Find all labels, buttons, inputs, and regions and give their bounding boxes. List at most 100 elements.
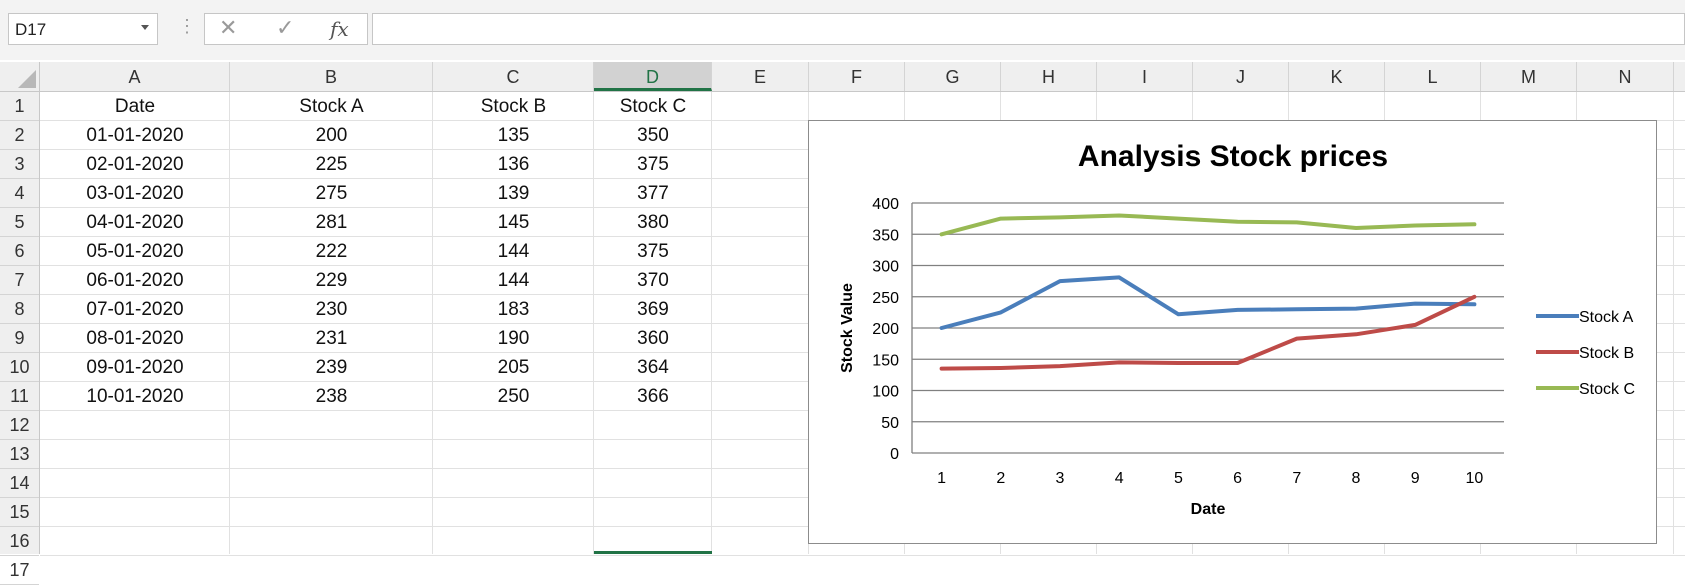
row-header-7[interactable]: 7 bbox=[0, 266, 39, 295]
x-tick-label: 2 bbox=[996, 470, 1005, 487]
row-header-17[interactable]: 17 bbox=[0, 556, 39, 585]
cell-c7[interactable]: 144 bbox=[433, 266, 594, 295]
row-header-3[interactable]: 3 bbox=[0, 150, 39, 179]
cell-c1[interactable]: Stock B bbox=[433, 92, 594, 121]
cell-c2[interactable]: 135 bbox=[433, 121, 594, 150]
cell-d10[interactable]: 364 bbox=[594, 353, 712, 382]
row-header-1[interactable]: 1 bbox=[0, 92, 39, 121]
cell-d4[interactable]: 377 bbox=[594, 179, 712, 208]
cell-a4[interactable]: 03-01-2020 bbox=[40, 179, 230, 208]
cell-c4[interactable]: 139 bbox=[433, 179, 594, 208]
cell-b4[interactable]: 275 bbox=[230, 179, 433, 208]
row-header-5[interactable]: 5 bbox=[0, 208, 39, 237]
cell-c6[interactable]: 144 bbox=[433, 237, 594, 266]
cell-a1[interactable]: Date bbox=[40, 92, 230, 121]
row-header-8[interactable]: 8 bbox=[0, 295, 39, 324]
line-chart[interactable]: Analysis Stock prices0501001502002503003… bbox=[808, 120, 1657, 544]
y-tick-label: 400 bbox=[872, 196, 899, 213]
row-header-14[interactable]: 14 bbox=[0, 469, 39, 498]
y-tick-label: 300 bbox=[872, 259, 899, 276]
cell-b1[interactable]: Stock A bbox=[230, 92, 433, 121]
cell-d11[interactable]: 366 bbox=[594, 382, 712, 411]
more-options-icon[interactable]: ⋮ bbox=[178, 16, 196, 37]
y-tick-label: 50 bbox=[881, 415, 899, 432]
cell-a8[interactable]: 07-01-2020 bbox=[40, 295, 230, 324]
chart-title: Analysis Stock prices bbox=[1078, 140, 1388, 173]
cell-b2[interactable]: 200 bbox=[230, 121, 433, 150]
legend-label: Stock A bbox=[1579, 309, 1634, 326]
cell-a10[interactable]: 09-01-2020 bbox=[40, 353, 230, 382]
row-header-16[interactable]: 16 bbox=[0, 527, 39, 556]
name-box-value: D17 bbox=[15, 20, 46, 40]
cell-c8[interactable]: 183 bbox=[433, 295, 594, 324]
cell-b6[interactable]: 222 bbox=[230, 237, 433, 266]
row-header-12[interactable]: 12 bbox=[0, 411, 39, 440]
row-header-11[interactable]: 11 bbox=[0, 382, 39, 411]
cell-a11[interactable]: 10-01-2020 bbox=[40, 382, 230, 411]
row-header-10[interactable]: 10 bbox=[0, 353, 39, 382]
formula-input[interactable] bbox=[372, 13, 1685, 45]
cell-b9[interactable]: 231 bbox=[230, 324, 433, 353]
column-header-i[interactable]: I bbox=[1097, 62, 1193, 91]
column-header-g[interactable]: G bbox=[905, 62, 1001, 91]
cell-d8[interactable]: 369 bbox=[594, 295, 712, 324]
cell-b8[interactable]: 230 bbox=[230, 295, 433, 324]
row-header-15[interactable]: 15 bbox=[0, 498, 39, 527]
cell-b10[interactable]: 239 bbox=[230, 353, 433, 382]
cell-d9[interactable]: 360 bbox=[594, 324, 712, 353]
row-header-2[interactable]: 2 bbox=[0, 121, 39, 150]
column-header-c[interactable]: C bbox=[433, 62, 594, 91]
column-header-k[interactable]: K bbox=[1289, 62, 1385, 91]
cell-a7[interactable]: 06-01-2020 bbox=[40, 266, 230, 295]
y-axis-label: Stock Value bbox=[839, 283, 856, 373]
cell-a6[interactable]: 05-01-2020 bbox=[40, 237, 230, 266]
cell-a9[interactable]: 08-01-2020 bbox=[40, 324, 230, 353]
x-tick-label: 3 bbox=[1056, 470, 1065, 487]
series-line-stock-b bbox=[942, 297, 1475, 369]
column-header-b[interactable]: B bbox=[230, 62, 433, 91]
column-header-j[interactable]: J bbox=[1193, 62, 1289, 91]
row-header-13[interactable]: 13 bbox=[0, 440, 39, 469]
column-header-e[interactable]: E bbox=[712, 62, 809, 91]
cell-d7[interactable]: 370 bbox=[594, 266, 712, 295]
cell-d1[interactable]: Stock C bbox=[594, 92, 712, 121]
cell-b7[interactable]: 229 bbox=[230, 266, 433, 295]
cell-b11[interactable]: 238 bbox=[230, 382, 433, 411]
cell-d5[interactable]: 380 bbox=[594, 208, 712, 237]
cell-a2[interactable]: 01-01-2020 bbox=[40, 121, 230, 150]
column-header-l[interactable]: L bbox=[1385, 62, 1481, 91]
row-header-4[interactable]: 4 bbox=[0, 179, 39, 208]
column-header-n[interactable]: N bbox=[1577, 62, 1674, 91]
chart-svg: Analysis Stock prices0501001502002503003… bbox=[809, 121, 1658, 545]
column-header-m[interactable]: M bbox=[1481, 62, 1577, 91]
row-header-6[interactable]: 6 bbox=[0, 237, 39, 266]
cell-d6[interactable]: 375 bbox=[594, 237, 712, 266]
cell-b5[interactable]: 281 bbox=[230, 208, 433, 237]
cell-c3[interactable]: 136 bbox=[433, 150, 594, 179]
column-header-f[interactable]: F bbox=[809, 62, 905, 91]
column-header-d[interactable]: D bbox=[594, 62, 712, 91]
formula-buttons: ✕ ✓ fx bbox=[204, 13, 368, 45]
close-icon[interactable]: ✕ bbox=[219, 15, 237, 41]
cell-c10[interactable]: 205 bbox=[433, 353, 594, 382]
y-tick-label: 150 bbox=[872, 352, 899, 369]
column-header-h[interactable]: H bbox=[1001, 62, 1097, 91]
row-header-9[interactable]: 9 bbox=[0, 324, 39, 353]
check-icon[interactable]: ✓ bbox=[276, 15, 294, 41]
formula-toolbar: D17 ⋮ ✕ ✓ fx bbox=[0, 0, 1685, 60]
cell-c9[interactable]: 190 bbox=[433, 324, 594, 353]
select-all-button[interactable] bbox=[0, 62, 40, 91]
x-tick-label: 7 bbox=[1292, 470, 1301, 487]
cell-c5[interactable]: 145 bbox=[433, 208, 594, 237]
cell-a5[interactable]: 04-01-2020 bbox=[40, 208, 230, 237]
function-icon[interactable]: fx bbox=[330, 17, 349, 41]
chevron-down-icon[interactable] bbox=[141, 25, 149, 30]
column-header-a[interactable]: A bbox=[40, 62, 230, 91]
name-box[interactable]: D17 bbox=[8, 13, 158, 45]
cell-d2[interactable]: 350 bbox=[594, 121, 712, 150]
cell-c11[interactable]: 250 bbox=[433, 382, 594, 411]
x-tick-label: 4 bbox=[1115, 470, 1124, 487]
cell-b3[interactable]: 225 bbox=[230, 150, 433, 179]
cell-a3[interactable]: 02-01-2020 bbox=[40, 150, 230, 179]
cell-d3[interactable]: 375 bbox=[594, 150, 712, 179]
